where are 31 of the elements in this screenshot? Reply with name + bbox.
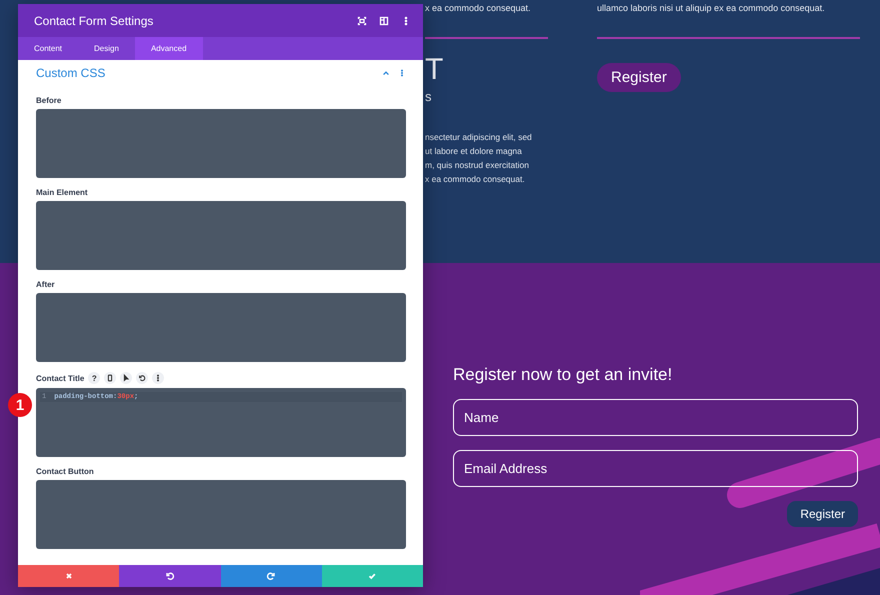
reset-icon[interactable] bbox=[138, 374, 146, 382]
field-label: After bbox=[36, 280, 55, 289]
section-title: Custom CSS bbox=[36, 66, 106, 80]
chevron-up-icon[interactable] bbox=[382, 69, 390, 77]
undo-icon bbox=[164, 571, 175, 581]
body-paragraph: nsectetur adipiscing elit, sed ut labore et dolore magna m, quis nostrud exercitation x ea commodo consequat. bbox=[425, 131, 533, 186]
tab[interactable]: Content bbox=[18, 37, 78, 60]
subheading-letter: s bbox=[425, 89, 432, 104]
field-label: Contact Title bbox=[36, 374, 84, 382]
register-button[interactable]: Register bbox=[597, 63, 681, 92]
text-field[interactable]: Email Address bbox=[453, 450, 858, 487]
heading-letter: T bbox=[425, 55, 444, 85]
field-label: Before bbox=[36, 96, 62, 105]
tab[interactable]: Design bbox=[78, 37, 135, 60]
phone-icon[interactable] bbox=[106, 374, 114, 382]
cursor-icon[interactable] bbox=[122, 374, 130, 382]
modal-title: Contact Form Settings bbox=[34, 14, 154, 28]
field-label: Contact Button bbox=[36, 467, 94, 476]
tab[interactable]: Advanced bbox=[134, 37, 203, 60]
form-title: Register now to get an invite! bbox=[453, 365, 674, 385]
columns-icon[interactable] bbox=[379, 16, 389, 26]
register-button[interactable]: Register bbox=[787, 501, 858, 527]
fullscreen-icon[interactable] bbox=[357, 16, 367, 26]
help-button[interactable]: ? bbox=[88, 372, 100, 384]
body-text: ullamco laboris nisi ut aliquip ex ea commodo consequat. bbox=[597, 3, 826, 13]
field-label: Main Element bbox=[36, 188, 88, 197]
close-icon bbox=[64, 571, 74, 581]
text-field[interactable]: Name bbox=[453, 399, 858, 436]
check-icon bbox=[367, 571, 378, 581]
body-text: x ea commodo consequat. bbox=[425, 3, 532, 13]
redo-icon bbox=[266, 571, 276, 581]
